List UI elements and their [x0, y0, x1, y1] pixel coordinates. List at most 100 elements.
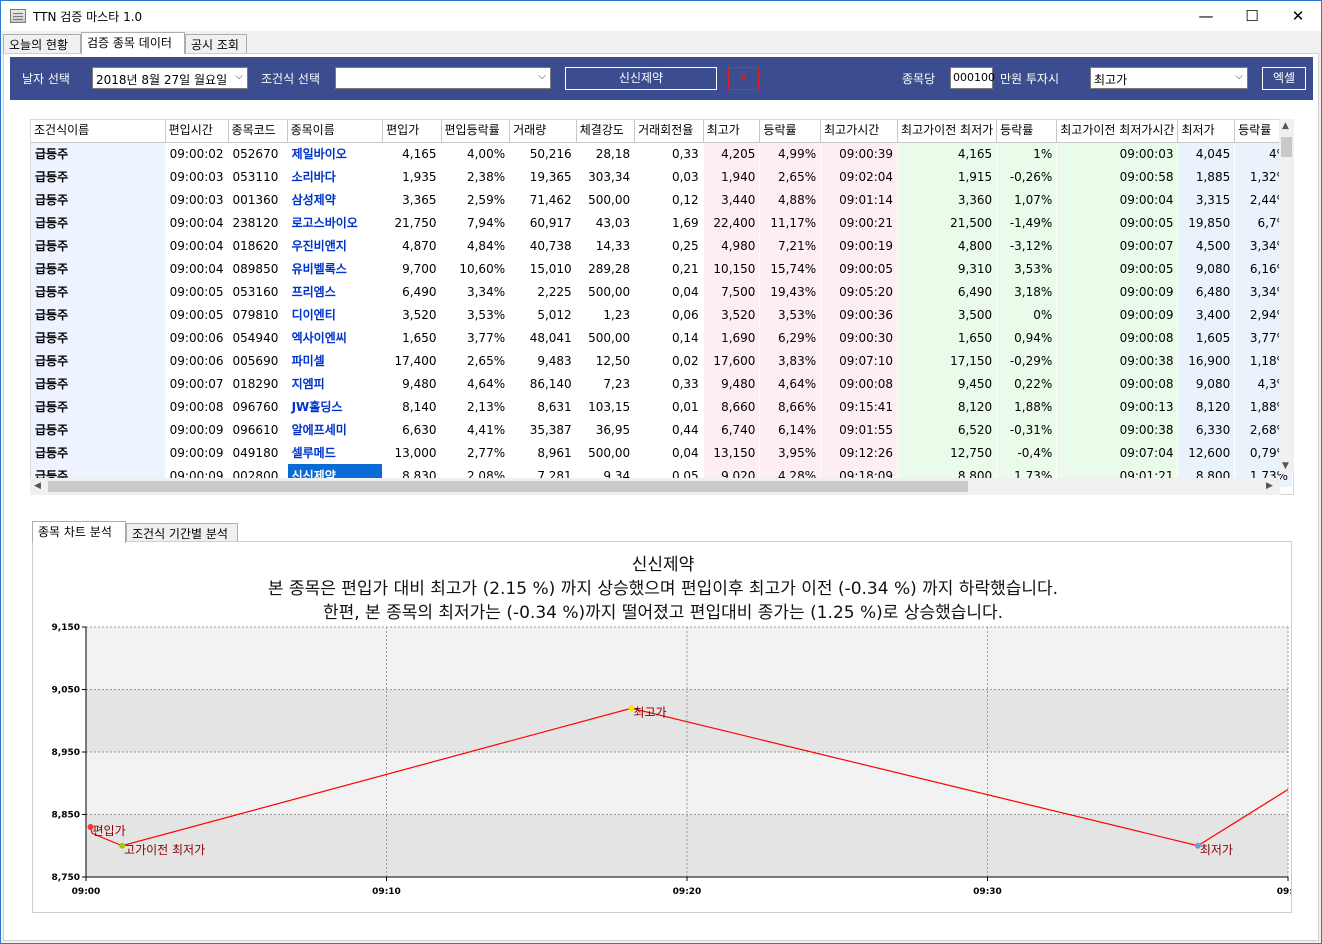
condition-select[interactable]: ⌵	[335, 67, 551, 89]
table-row[interactable]: 급등주 09:00:04 089850 유비벨록스 9,700 10,60% 15,010 2…	[31, 257, 1293, 280]
scroll-thumb[interactable]	[1281, 137, 1292, 157]
table-cell: 8,660	[703, 395, 761, 418]
table-row[interactable]: 급등주 09:00:02 052670 제일바이오 4,165 4,00% 50,216 28…	[31, 142, 1293, 165]
column-header[interactable]: 최고가이전 최저가	[897, 120, 998, 143]
column-header[interactable]: 체결강도	[576, 120, 636, 143]
table-cell: 9,310	[897, 257, 998, 280]
table-row[interactable]: 급등주 09:00:08 096760 JW홀딩스 8,140 2,13% 8,631 103…	[31, 395, 1293, 418]
table-cell: 1,23	[576, 303, 636, 326]
table-cell: -1,49%	[996, 211, 1058, 234]
table-cell: 15,74%	[759, 257, 822, 280]
table-row[interactable]: 급등주 09:00:09 096610 알에프세미 6,630 4,41% 35,387 36…	[31, 418, 1293, 441]
table-cell: 7,21%	[759, 234, 822, 257]
table-cell: 급등주	[31, 349, 166, 372]
table-cell: 60,917	[509, 211, 577, 234]
table-cell: 0,33	[634, 372, 704, 395]
column-header[interactable]: 등락률	[996, 120, 1058, 143]
vertical-scrollbar[interactable]: ▲ ▼	[1279, 119, 1294, 474]
table-cell: 3,360	[897, 188, 998, 211]
app-icon	[10, 9, 26, 23]
table-cell: 09:00:19	[820, 234, 899, 257]
table-cell: 9,080	[1177, 257, 1236, 280]
table-row[interactable]: 급등주 09:00:09 049180 셀루메드 13,000 2,77% 8,961 500…	[31, 441, 1293, 464]
column-header[interactable]: 최고가시간	[820, 120, 899, 143]
table-cell: 16,900	[1177, 349, 1236, 372]
table-cell: 09:07:10	[820, 349, 899, 372]
horizontal-scrollbar[interactable]: ◀ ▶	[30, 478, 1280, 495]
table-cell: 4,64%	[759, 372, 822, 395]
table-cell: 급등주	[31, 441, 166, 464]
table-cell: 12,50	[576, 349, 636, 372]
table-cell: 4,980	[703, 234, 761, 257]
minimize-button[interactable]: —	[1183, 1, 1229, 31]
table-cell: 09:00:05	[165, 303, 229, 326]
excel-button[interactable]: 엑셀	[1262, 67, 1306, 90]
table-cell: 238120	[228, 211, 288, 234]
close-button[interactable]: ✕	[1275, 1, 1321, 31]
table-row[interactable]: 급등주 09:00:06 054940 엑사이엔씨 1,650 3,77% 48,041 50…	[31, 326, 1293, 349]
table-cell: 6,740	[703, 418, 761, 441]
column-header[interactable]: 등락률	[759, 120, 822, 143]
table-row[interactable]: 급등주 09:00:05 079810 디이엔티 3,520 3,53% 5,012 1,23…	[31, 303, 1293, 326]
table-cell: 09:00:38	[1056, 349, 1179, 372]
table-cell: 0,01	[634, 395, 704, 418]
scroll-up-icon[interactable]: ▲	[1282, 121, 1289, 131]
table-row[interactable]: 급등주 09:00:05 053160 프리엠스 6,490 3,34% 2,225 500,…	[31, 280, 1293, 303]
table-cell: 1%	[996, 142, 1058, 165]
column-header[interactable]: 종목코드	[228, 120, 288, 143]
column-header[interactable]: 거래량	[509, 120, 577, 143]
table-cell: 0,94%	[996, 326, 1058, 349]
table-cell: 052670	[228, 142, 288, 165]
price-mode-value: 최고가	[1094, 73, 1128, 87]
table-cell: 1,885	[1177, 165, 1236, 188]
table-row[interactable]: 급등주 09:00:07 018290 지엠피 9,480 4,64% 86,140 7,23…	[31, 372, 1293, 395]
amount-input[interactable]: 000100	[950, 67, 995, 89]
clear-button[interactable]: X	[728, 67, 759, 90]
column-header[interactable]: 편입시간	[165, 120, 229, 143]
tab-period-analysis[interactable]: 조건식 기간별 분석	[126, 523, 238, 543]
tab-chart-analysis[interactable]: 종목 차트 분석	[32, 521, 126, 543]
price-mode-select[interactable]: 최고가 ⌵	[1090, 67, 1248, 89]
table-cell: 2,13%	[441, 395, 511, 418]
table-cell: 1,650	[382, 326, 442, 349]
column-header[interactable]: 거래회전율	[634, 120, 704, 143]
table-cell: 36,95	[576, 418, 636, 441]
table-cell: 급등주	[31, 188, 166, 211]
table-cell: 12,750	[897, 441, 998, 464]
table-cell: 디이엔티	[287, 303, 384, 326]
stock-name-button[interactable]: 신신제약	[565, 67, 717, 90]
table-row[interactable]: 급등주 09:00:03 053110 소리바다 1,935 2,38% 19,365 303…	[31, 165, 1293, 188]
column-header[interactable]: 최고가이전 최저가시간	[1056, 120, 1179, 143]
table-cell: 급등주	[31, 257, 166, 280]
table-row[interactable]: 급등주 09:00:06 005690 파미셀 17,400 2,65% 9,483 12,5…	[31, 349, 1293, 372]
column-header[interactable]: 편입등락률	[441, 120, 511, 143]
scroll-thumb[interactable]	[48, 481, 968, 492]
table-cell: 17,600	[703, 349, 761, 372]
table-cell: 8,631	[509, 395, 577, 418]
data-point-label: 편입가	[93, 824, 126, 838]
scroll-right-icon[interactable]: ▶	[1266, 481, 1273, 491]
column-header[interactable]: 최고가	[703, 120, 761, 143]
tab-disclosure[interactable]: 공시 조회	[185, 34, 247, 54]
table-cell: 09:00:04	[165, 211, 229, 234]
stock-table: 조건식이름 편입시간 종목코드 종목이름 편입가 편입등락률 거래량 체결강도 거래회전율 최고가…	[31, 120, 1293, 487]
table-cell: 09:02:04	[820, 165, 899, 188]
table-cell: 지엠피	[287, 372, 384, 395]
table-row[interactable]: 급등주 09:00:03 001360 삼성제약 3,365 2,59% 71,462 500…	[31, 188, 1293, 211]
column-header[interactable]: 최저가	[1177, 120, 1236, 143]
chevron-down-icon: ⌵	[538, 71, 546, 82]
column-header[interactable]: 조건식이름	[31, 120, 166, 143]
table-row[interactable]: 급등주 09:00:04 018620 우진비앤지 4,870 4,84% 40,738 14…	[31, 234, 1293, 257]
date-picker[interactable]: 2018년 8월 27일 월요일 ⌵	[92, 67, 248, 89]
table-cell: 급등주	[31, 234, 166, 257]
table-cell: 500,00	[576, 326, 636, 349]
table-row[interactable]: 급등주 09:00:04 238120 로고스바이오 21,750 7,94% 60,917…	[31, 211, 1293, 234]
tab-today-status[interactable]: 오늘의 현황	[3, 34, 81, 54]
column-header[interactable]: 종목이름	[287, 120, 384, 143]
tab-verify-data[interactable]: 검증 종목 데이터	[81, 32, 185, 54]
column-header[interactable]: 편입가	[382, 120, 442, 143]
maximize-button[interactable]: ☐	[1229, 1, 1275, 31]
scroll-down-icon[interactable]: ▼	[1282, 461, 1289, 471]
scroll-left-icon[interactable]: ◀	[34, 481, 41, 491]
table-cell: 09:00:30	[820, 326, 899, 349]
